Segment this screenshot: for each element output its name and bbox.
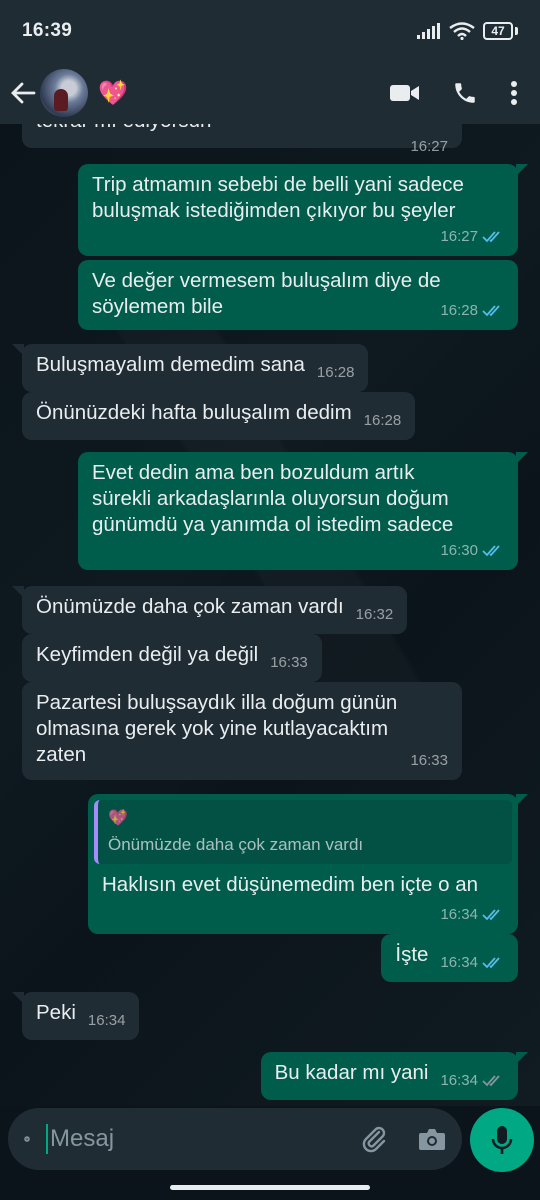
message-incoming[interactable]: Önümüzde daha çok zaman vardı 16:32 (11, 586, 408, 634)
battery-nub (515, 27, 518, 35)
read-ticks-icon (482, 231, 500, 243)
attach-icon[interactable] (360, 1125, 388, 1153)
message-time: 16:30 (440, 542, 478, 559)
message-incoming[interactable]: Peki 16:34 (11, 992, 140, 1040)
message-time: 16:34 (440, 906, 478, 923)
signal-icon (417, 23, 440, 39)
status-time: 16:39 (22, 20, 73, 41)
message-time: 16:34 (87, 1012, 126, 1029)
message-text: Haklısın evet düşünemedim ben içte o an (102, 873, 479, 896)
message-text: Trip atmamın sebebi de belli yani sadece… (92, 173, 464, 222)
contact-name[interactable]: 💖 (98, 79, 390, 108)
emoji-icon[interactable] (24, 1125, 30, 1153)
message-time: 16:33 (410, 752, 448, 769)
message-outgoing[interactable]: Ve değer vermesem buluşalım diye de söyl… (78, 260, 518, 330)
message-outgoing[interactable]: Bu kadar mı yani 16:34 (260, 1052, 529, 1100)
message-text: Keyfimden değil ya değil (36, 643, 259, 666)
delivered-ticks-icon (482, 1075, 500, 1087)
quoted-message[interactable]: 💖 Önümüzde daha çok zaman vardı (94, 800, 512, 864)
message-incoming[interactable]: tekrar mı ediyorsun 16:27 (22, 124, 462, 155)
message-time: 16:27 (410, 138, 448, 155)
message-text: Evet dedin ama ben bozuldum artık sürekl… (92, 461, 454, 536)
wifi-icon (449, 22, 475, 40)
message-incoming[interactable]: Keyfimden değil ya değil 16:33 (22, 634, 322, 682)
status-bar: 16:39 47 (0, 0, 540, 62)
message-time: 16:34 (440, 1072, 478, 1089)
message-time: 16:28 (316, 364, 355, 381)
quoted-text: Önümüzde daha çok zaman vardı (108, 835, 364, 854)
message-meta: 16:34 (106, 902, 512, 928)
home-indicator[interactable] (170, 1185, 370, 1190)
status-icons: 47 (417, 22, 518, 40)
phone-icon[interactable] (452, 80, 478, 106)
message-time: 16:28 (440, 302, 478, 319)
header-actions (390, 80, 532, 106)
back-arrow-icon (11, 82, 36, 104)
read-ticks-icon (482, 545, 500, 557)
message-time: 16:34 (440, 954, 478, 971)
chat-header: 💖 (0, 62, 540, 124)
message-outgoing-reply[interactable]: 💖 Önümüzde daha çok zaman vardı Haklısın… (88, 794, 528, 934)
message-composer (8, 1108, 462, 1170)
message-text: İşte (395, 943, 429, 966)
message-incoming[interactable]: Buluşmayalım demedim sana 16:28 (11, 344, 369, 392)
composer-icons (360, 1125, 446, 1153)
chat-area[interactable]: tekrar mı ediyorsun 16:27 Trip atmamın s… (0, 124, 540, 1106)
message-incoming[interactable]: Önünüzdeki hafta buluşalım dedim 16:28 (22, 392, 416, 440)
message-meta: 16:34 (440, 950, 504, 976)
message-outgoing[interactable]: Trip atmamın sebebi de belli yani sadece… (78, 164, 528, 256)
message-time: 16:32 (355, 606, 394, 623)
message-meta: 16:30 (104, 538, 504, 564)
more-vert-icon[interactable] (510, 80, 518, 106)
read-ticks-icon (482, 909, 500, 921)
message-text: Önümüzde daha çok zaman vardı (36, 595, 344, 618)
message-outgoing[interactable]: Evet dedin ama ben bozuldum artık sürekl… (78, 452, 528, 570)
message-meta: 16:27 (104, 224, 504, 250)
message-text: tekrar mı ediyorsun (36, 124, 448, 134)
message-text: Peki (36, 1001, 76, 1024)
mic-button[interactable] (470, 1108, 534, 1172)
quoted-author: 💖 (108, 810, 128, 827)
mic-icon (491, 1126, 513, 1154)
back-button[interactable] (8, 73, 38, 113)
message-text: Bu kadar mı yani (274, 1061, 429, 1084)
read-ticks-icon (482, 957, 500, 969)
message-incoming[interactable]: Pazartesi buluşsaydık illa doğum günün o… (22, 682, 462, 780)
message-text: Buluşmayalım demedim sana (36, 353, 305, 376)
camera-icon[interactable] (418, 1127, 446, 1151)
message-meta: 16:33 (48, 748, 448, 774)
message-outgoing[interactable]: İşte 16:34 (381, 934, 518, 982)
message-time: 16:28 (363, 412, 402, 429)
message-meta: 16:34 (440, 1068, 504, 1094)
video-call-icon[interactable] (390, 83, 420, 103)
battery-indicator: 47 (483, 22, 513, 40)
message-text: Önünüzdeki hafta buluşalım dedim (36, 401, 352, 424)
contact-avatar[interactable] (40, 69, 88, 117)
message-input[interactable] (46, 1124, 360, 1154)
message-time: 16:33 (270, 654, 308, 671)
read-ticks-icon (482, 305, 500, 317)
message-time: 16:27 (440, 228, 478, 245)
